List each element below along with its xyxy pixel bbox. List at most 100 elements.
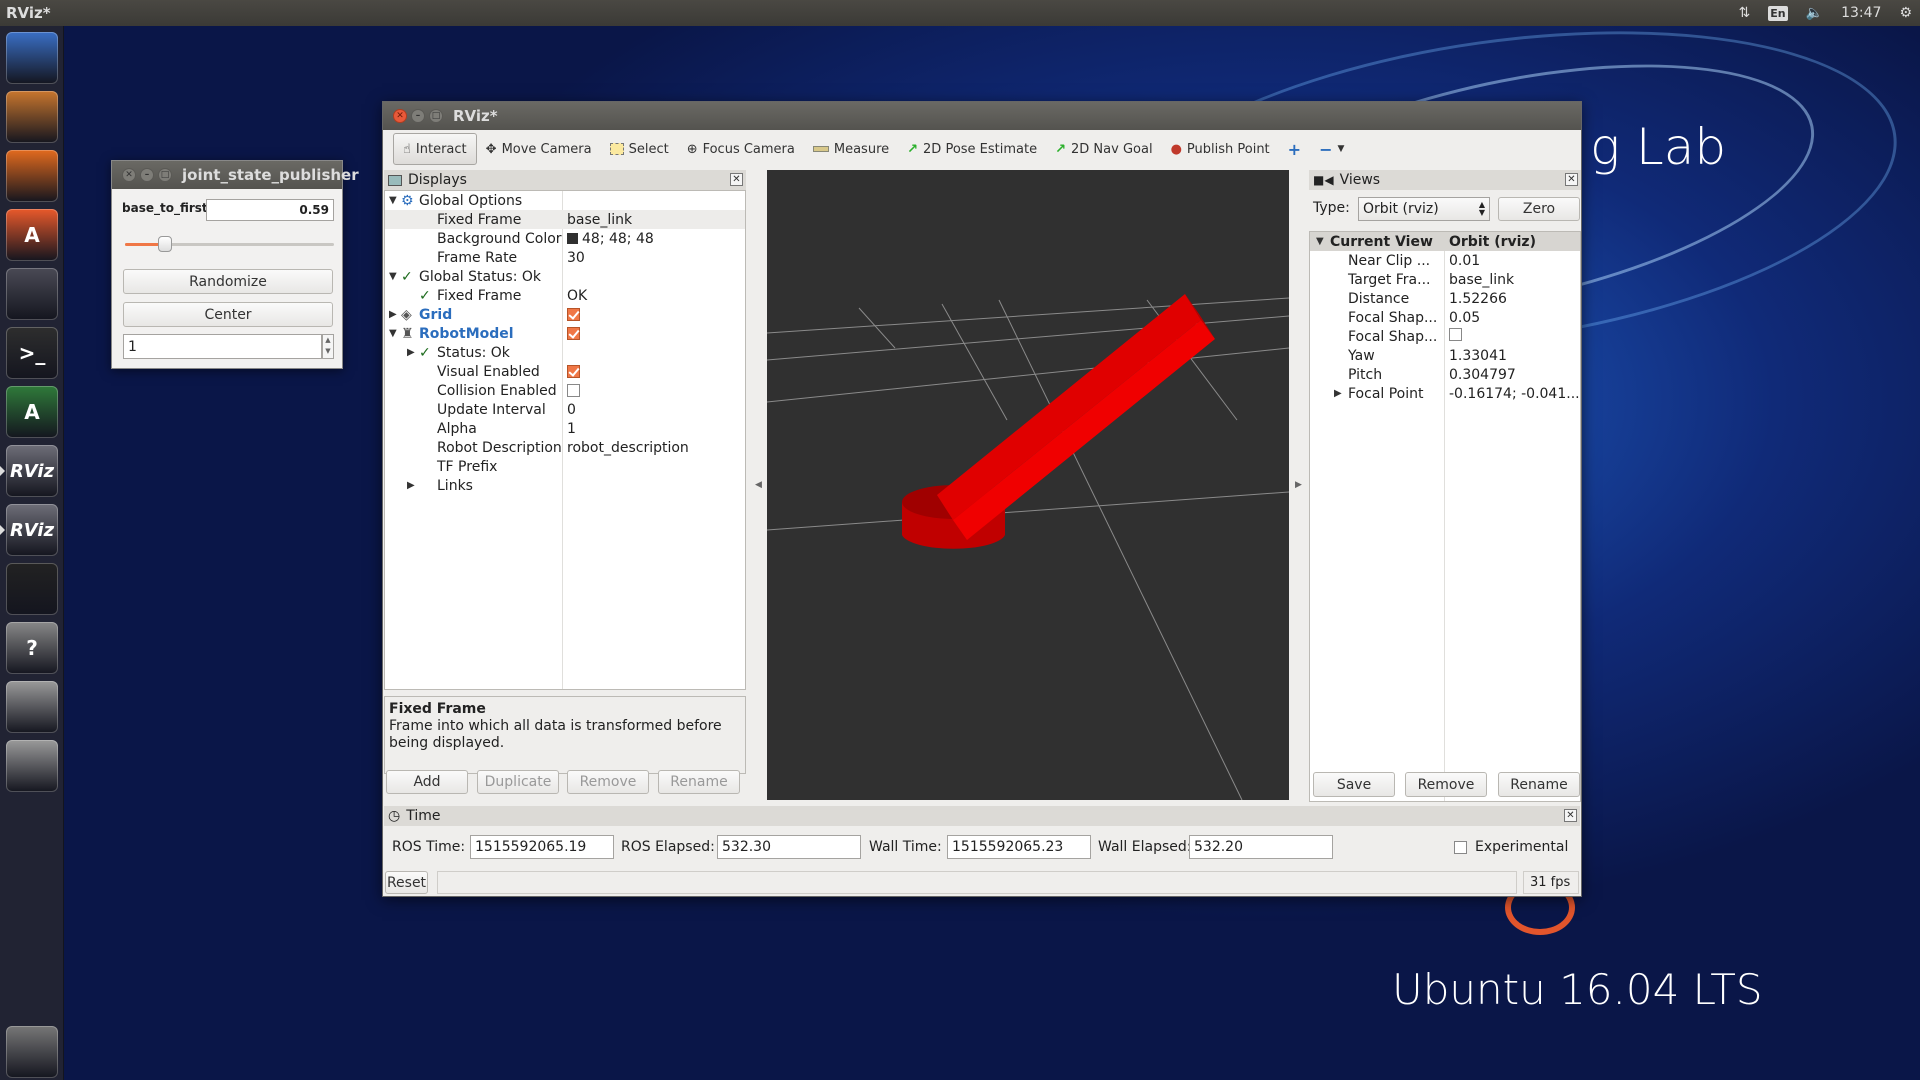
color-swatch[interactable] — [567, 233, 578, 244]
collapse-right-icon[interactable]: ▶ — [1295, 480, 1302, 490]
maximize-icon[interactable]: □ — [158, 168, 172, 182]
display-row[interactable]: ▼ ♜ RobotModel — [385, 324, 745, 343]
minimize-icon[interactable]: – — [140, 168, 154, 182]
add-button[interactable]: Add — [386, 770, 468, 794]
view-property-value[interactable]: 0.304797 — [1449, 367, 1516, 383]
maximize-icon[interactable]: □ — [429, 109, 443, 123]
volume-icon[interactable]: 🔈 — [1806, 5, 1823, 21]
close-icon[interactable]: ✕ — [1565, 173, 1578, 186]
display-value[interactable]: 30 — [567, 250, 585, 266]
expand-arrow-icon[interactable]: ▼ — [389, 195, 401, 206]
display-row[interactable]: ▶ ◈ Grid — [385, 305, 745, 324]
display-row[interactable]: ▶ ✓ Status: Ok — [385, 343, 745, 362]
view-property-value[interactable]: base_link — [1449, 272, 1514, 288]
terminal-icon[interactable]: >_ — [6, 327, 58, 379]
display-value[interactable]: 48; 48; 48 — [567, 231, 654, 247]
display-value[interactable] — [567, 327, 584, 340]
expand-arrow-icon[interactable]: ▼ — [389, 271, 401, 282]
tool-2d-nav-goal[interactable]: ↗ 2D Nav Goal — [1046, 133, 1161, 165]
wall-elapsed-field[interactable]: 532.20 — [1189, 835, 1333, 859]
rviz-icon[interactable]: RViz — [6, 445, 58, 497]
drive-icon[interactable] — [6, 740, 58, 792]
close-icon[interactable]: ✕ — [122, 168, 136, 182]
view-property-row[interactable]: Focal Shap... 0.05 — [1310, 308, 1580, 327]
display-row[interactable]: Background Color 48; 48; 48 — [385, 229, 745, 248]
firefox-icon[interactable] — [6, 150, 58, 202]
display-row[interactable]: Frame Rate 30 — [385, 248, 745, 267]
checkbox[interactable] — [1449, 328, 1462, 341]
tool-select[interactable]: Select — [601, 133, 678, 165]
close-icon[interactable]: ✕ — [1564, 809, 1577, 822]
display-row[interactable]: Alpha 1 — [385, 419, 745, 438]
display-row[interactable]: ▶ Links — [385, 476, 745, 495]
trash-icon[interactable] — [6, 1026, 58, 1078]
drive-icon[interactable] — [6, 681, 58, 733]
center-button[interactable]: Center — [123, 302, 333, 327]
spinbox-arrows[interactable]: ▲ ▼ — [322, 334, 334, 359]
display-row[interactable]: ▼ ⚙ Global Options — [385, 191, 745, 210]
enable-checkbox[interactable] — [567, 365, 580, 378]
randomize-button[interactable]: Randomize — [123, 269, 333, 294]
clock[interactable]: 13:47 — [1841, 5, 1881, 21]
joint-slider-handle[interactable] — [157, 236, 172, 252]
help-icon[interactable]: ? — [6, 622, 58, 674]
files-icon[interactable] — [6, 91, 58, 143]
close-icon[interactable]: ✕ — [730, 173, 743, 186]
display-value[interactable]: OK — [567, 288, 587, 304]
display-row[interactable]: Update Interval 0 — [385, 400, 745, 419]
expand-arrow-icon[interactable]: ▶ — [407, 480, 419, 491]
display-value[interactable] — [567, 365, 584, 378]
add-tool-button[interactable]: + — [1279, 133, 1310, 165]
tool-move-camera[interactable]: ✥ Move Camera — [477, 133, 601, 165]
display-value[interactable] — [567, 384, 584, 397]
view-property-value[interactable]: 0.05 — [1449, 310, 1480, 326]
tool-publish-point[interactable]: ● Publish Point — [1162, 133, 1279, 165]
display-row[interactable]: TF Prefix — [385, 457, 745, 476]
rename-view-button[interactable]: Rename — [1498, 772, 1580, 797]
view-property-value[interactable]: -0.16174; -0.041... — [1449, 386, 1580, 402]
software-updater-icon[interactable]: A — [6, 386, 58, 438]
reset-button[interactable]: Reset — [385, 871, 428, 894]
rename-button[interactable]: Rename — [658, 770, 740, 794]
tool-focus-camera[interactable]: ⊕ Focus Camera — [678, 133, 804, 165]
ros-elapsed-field[interactable]: 532.30 — [717, 835, 861, 859]
close-icon[interactable]: ✕ — [393, 109, 407, 123]
tool-measure[interactable]: Measure — [804, 133, 898, 165]
collapse-left-icon[interactable]: ◀ — [755, 480, 762, 490]
rviz-icon[interactable]: RViz — [6, 504, 58, 556]
display-row[interactable]: ✓ Fixed Frame OK — [385, 286, 745, 305]
network-icon[interactable]: ⇅ — [1739, 5, 1751, 21]
display-value[interactable]: base_link — [567, 212, 632, 228]
expand-arrow-icon[interactable]: ▶ — [407, 347, 419, 358]
view-property-row[interactable]: Distance 1.52266 — [1310, 289, 1580, 308]
expand-arrow-icon[interactable]: ▶ — [1334, 388, 1346, 399]
joint-slider-track[interactable] — [125, 236, 334, 252]
ros-time-field[interactable]: 1515592065.19 — [470, 835, 614, 859]
enable-checkbox[interactable] — [567, 327, 580, 340]
display-row[interactable]: ▼ ✓ Global Status: Ok — [385, 267, 745, 286]
view-property-row[interactable]: Target Fra... base_link — [1310, 270, 1580, 289]
expand-arrow-icon[interactable]: ▼ — [389, 328, 401, 339]
view-property-row[interactable]: Pitch 0.304797 — [1310, 365, 1580, 384]
view-property-row[interactable]: Yaw 1.33041 — [1310, 346, 1580, 365]
view-property-row[interactable]: ▶ Focal Point -0.16174; -0.041... — [1310, 384, 1580, 403]
wall-time-field[interactable]: 1515592065.23 — [947, 835, 1091, 859]
display-row[interactable]: Fixed Frame base_link — [385, 210, 745, 229]
display-value[interactable]: 0 — [567, 402, 576, 418]
ubuntu-dash-icon[interactable] — [6, 32, 58, 84]
tool-interact[interactable]: ☝ Interact — [393, 133, 477, 165]
view-property-value[interactable]: 1.33041 — [1449, 348, 1507, 364]
view-type-select[interactable]: Orbit (rviz) ▲ ▼ — [1358, 197, 1490, 221]
remove-button[interactable]: Remove — [567, 770, 649, 794]
display-value[interactable]: 1 — [567, 421, 576, 437]
settings-gear-icon[interactable]: ⚙ — [1899, 5, 1912, 21]
minimize-icon[interactable]: – — [411, 109, 425, 123]
duplicate-button[interactable]: Duplicate — [477, 770, 559, 794]
enable-checkbox[interactable] — [567, 384, 580, 397]
display-row[interactable]: Collision Enabled — [385, 381, 745, 400]
system-settings-icon[interactable] — [6, 268, 58, 320]
keyboard-layout-indicator[interactable]: En — [1768, 5, 1788, 21]
app-icon[interactable] — [6, 563, 58, 615]
tool-2d-pose-estimate[interactable]: ↗ 2D Pose Estimate — [898, 133, 1046, 165]
view-property-value[interactable]: 0.01 — [1449, 253, 1480, 269]
